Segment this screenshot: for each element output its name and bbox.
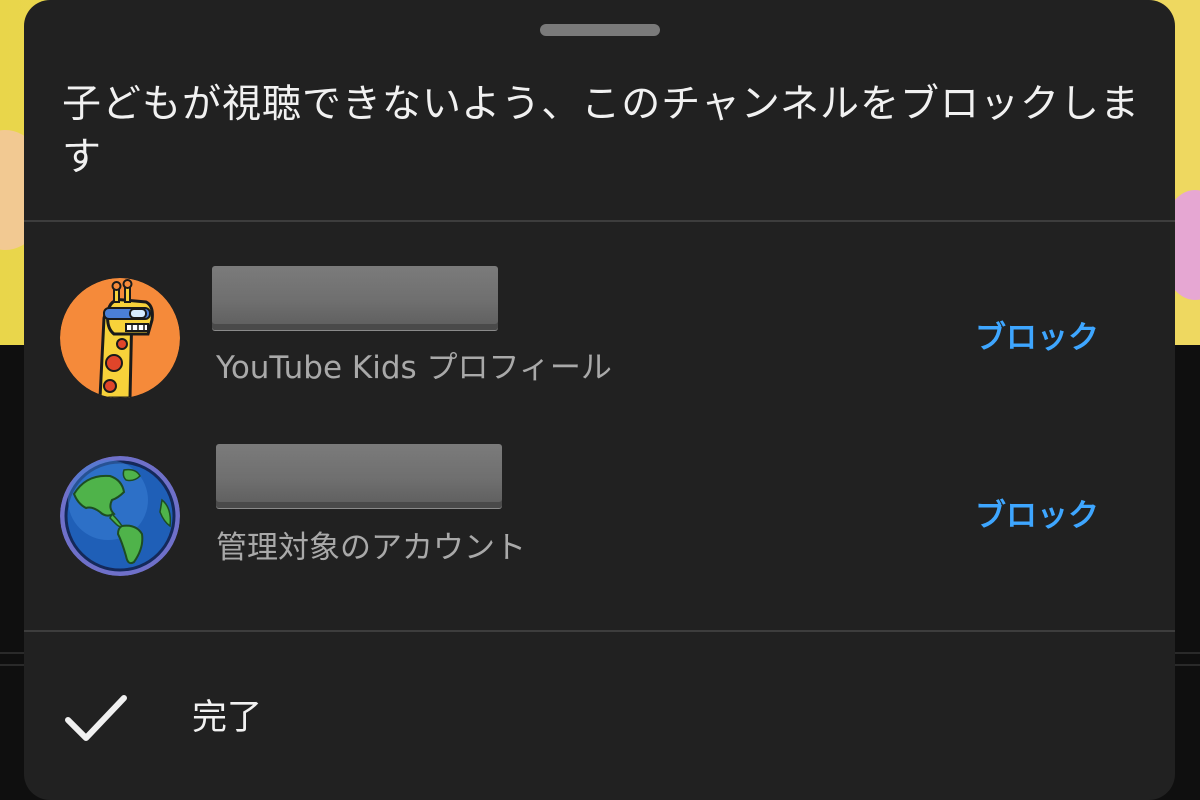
account-row: 管理対象のアカウント ブロック [24, 436, 1175, 596]
globe-avatar-icon [60, 456, 180, 576]
done-label: 完了 [192, 698, 263, 738]
block-button[interactable]: ブロック [975, 496, 1099, 536]
redacted-account-name [212, 266, 498, 330]
done-button[interactable]: 完了 [24, 650, 1175, 780]
block-channel-sheet: 子どもが視聴できないよう、このチャンネルをブロックします YouTube Kid… [24, 0, 1175, 800]
redacted-account-name [216, 444, 502, 508]
drag-handle[interactable] [540, 24, 660, 36]
account-row: YouTube Kids プロフィール ブロック [24, 256, 1175, 416]
account-subtitle: YouTube Kids プロフィール [216, 350, 612, 386]
divider [24, 220, 1175, 222]
account-subtitle: 管理対象のアカウント [216, 530, 526, 566]
checkmark-icon [65, 695, 127, 741]
block-button[interactable]: ブロック [975, 318, 1099, 358]
sheet-title: 子どもが視聴できないよう、このチャンネルをブロックします [62, 82, 1141, 180]
divider [24, 630, 1175, 632]
giraffe-avatar-icon [60, 278, 180, 398]
